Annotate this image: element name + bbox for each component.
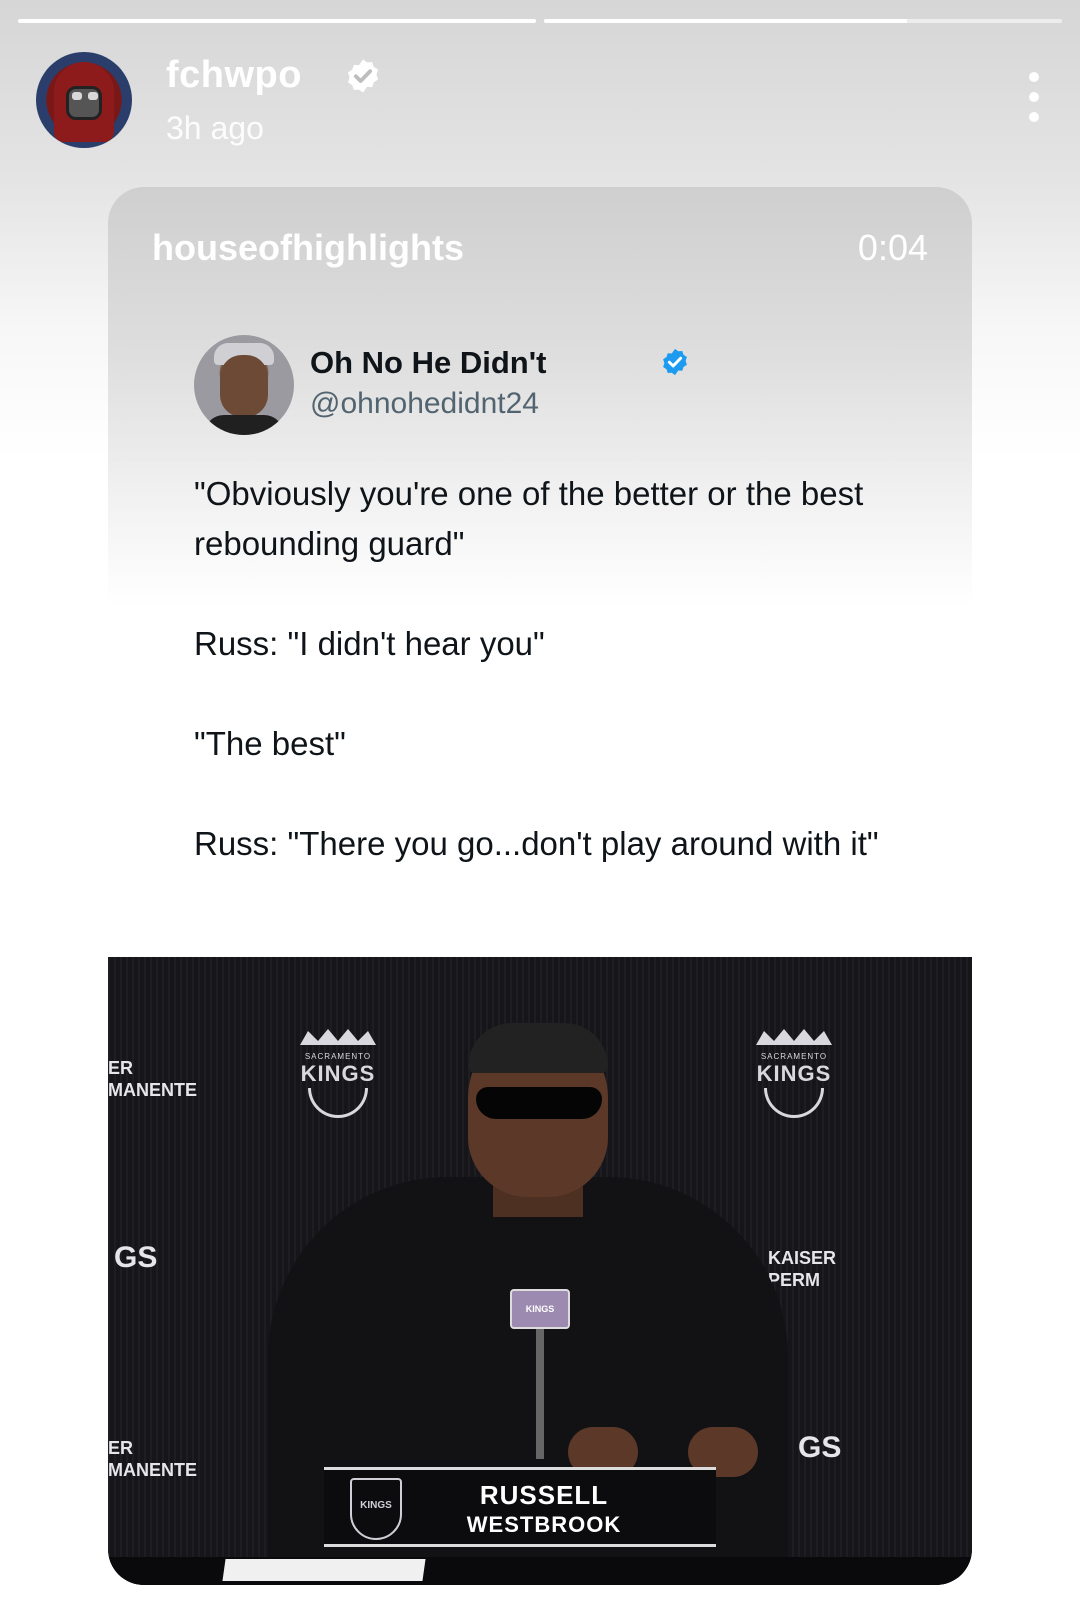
verified-badge-icon xyxy=(663,348,687,376)
progress-segment xyxy=(544,19,1062,23)
source-handle[interactable]: houseofhighlights xyxy=(152,227,464,269)
sponsor-text: ER MANENTE xyxy=(108,1438,197,1480)
paper-sheet xyxy=(222,1559,426,1581)
tweet-display-name: Oh No He Didn't xyxy=(310,345,547,380)
progress-segment xyxy=(18,19,536,23)
username[interactable]: fchwpo xyxy=(166,54,302,97)
more-vertical-icon[interactable] xyxy=(1024,72,1044,122)
progress-fill xyxy=(18,19,536,23)
tweet-avatar xyxy=(194,335,294,435)
progress-fill xyxy=(544,19,907,23)
kings-logo: KINGS xyxy=(350,1478,402,1540)
tweet-paragraph: Russ: "I didn't hear you" xyxy=(194,625,545,662)
story-progress xyxy=(18,19,1062,24)
video-frame[interactable]: SACRAMENTO KINGS SACRAMENTO KINGS ER MAN… xyxy=(108,957,972,1585)
lower-third-last-name: WESTBROOK xyxy=(466,1512,622,1537)
tweet-paragraph: "The best" xyxy=(194,725,346,762)
microphone: KINGS xyxy=(510,1289,570,1459)
sponsor-text: ER MANENTE xyxy=(108,1058,197,1100)
tweet-paragraph: Russ: "There you go...don't play around … xyxy=(194,825,879,862)
avatar[interactable] xyxy=(36,52,132,148)
tweet-paragraph: "Obviously you're one of the better or t… xyxy=(194,475,864,562)
sponsor-text: GS xyxy=(114,1241,158,1274)
tweet-handle: @ohnohedidnt24 xyxy=(310,387,539,420)
video-timer: 0:04 xyxy=(857,227,928,268)
name-lower-third: KINGS RUSSELL WESTBROOK xyxy=(324,1467,716,1547)
verified-badge-icon xyxy=(347,59,379,93)
story-header: fchwpo 3h ago xyxy=(36,52,1044,148)
post-time: 3h ago xyxy=(166,110,264,146)
sponsor-text: GS xyxy=(798,1431,842,1464)
lower-third-first-name: RUSSELL xyxy=(479,1480,609,1510)
shared-post-card[interactable]: houseofhighlights 0:04 Oh No He Didn't @… xyxy=(108,187,972,1585)
